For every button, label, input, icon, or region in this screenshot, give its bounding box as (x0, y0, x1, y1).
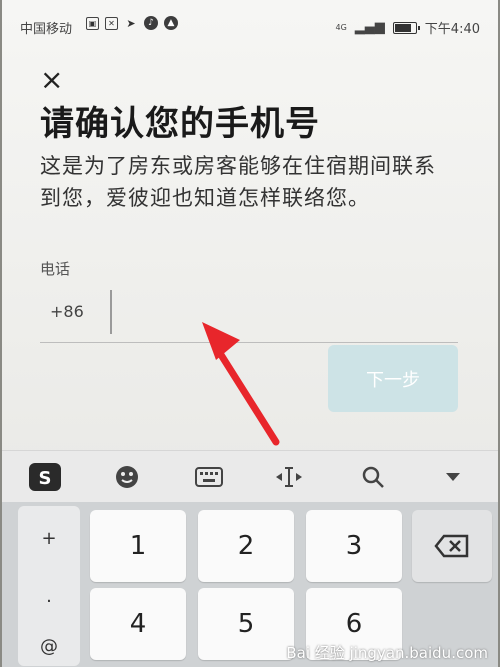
emoji-icon[interactable] (110, 463, 144, 491)
svg-text:S: S (39, 468, 52, 489)
sogou-logo-icon[interactable]: S (26, 463, 64, 491)
search-icon[interactable] (356, 463, 390, 491)
key-3[interactable]: 3 (306, 510, 402, 582)
keyboard-toolbar: S (2, 450, 498, 503)
key-5[interactable]: 5 (198, 588, 294, 660)
key-dot[interactable]: . (18, 586, 80, 607)
key-plus[interactable]: + (18, 528, 80, 549)
phone-screen: 中国移动 ▣ ✕ ➤ ♪ ▲ 4G ▂▄▆ 下午4:40 × 请确认您的手机号 … (2, 0, 498, 667)
key-1[interactable]: 1 (90, 510, 186, 582)
keyboard-icon[interactable] (192, 463, 226, 491)
key-4[interactable]: 4 (90, 588, 186, 660)
cursor-icon[interactable] (272, 463, 306, 491)
key-at[interactable]: @ (18, 636, 80, 657)
backspace-key[interactable] (412, 510, 492, 582)
baidu-watermark: Bai 经验 jingyan.baidu.com (286, 644, 488, 662)
collapse-icon[interactable] (438, 463, 468, 491)
backspace-icon (434, 534, 469, 558)
symbol-column: + . @ (18, 506, 80, 666)
key-2[interactable]: 2 (198, 510, 294, 582)
